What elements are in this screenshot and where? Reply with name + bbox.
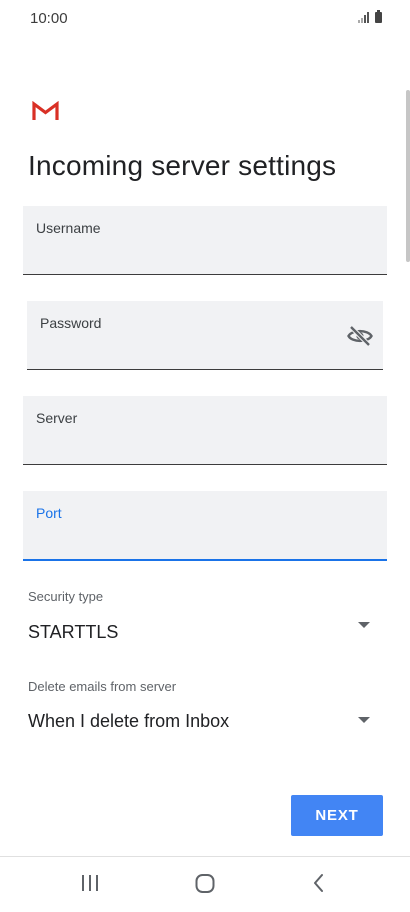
scrollbar[interactable] [406,90,410,262]
chevron-down-icon [358,622,370,628]
server-label: Server [36,410,78,426]
server-field[interactable]: Server [23,396,387,465]
next-button[interactable]: NEXT [291,795,383,836]
recent-apps-icon[interactable] [80,871,100,900]
gmail-logo [32,100,59,126]
password-label: Password [40,315,102,331]
username-label: Username [36,220,101,236]
password-field[interactable]: Password [27,301,383,370]
navigation-bar [0,856,410,912]
security-type-label: Security type [28,589,104,604]
status-icons [358,10,382,23]
home-icon[interactable] [194,871,216,900]
username-field[interactable]: Username [23,206,387,275]
security-type-value: STARTTLS [28,622,119,642]
delete-emails-label: Delete emails from server [28,679,177,694]
delete-emails-value: When I delete from Inbox [28,711,230,731]
battery-icon [375,10,382,23]
port-label: Port [36,505,62,521]
chevron-down-icon [358,717,370,723]
signal-icon [358,11,369,23]
back-icon[interactable] [311,871,327,900]
port-field[interactable]: Port [23,491,387,561]
eye-off-icon[interactable] [347,325,373,352]
status-time: 10:00 [30,10,68,27]
page-title: Incoming server settings [28,150,337,181]
